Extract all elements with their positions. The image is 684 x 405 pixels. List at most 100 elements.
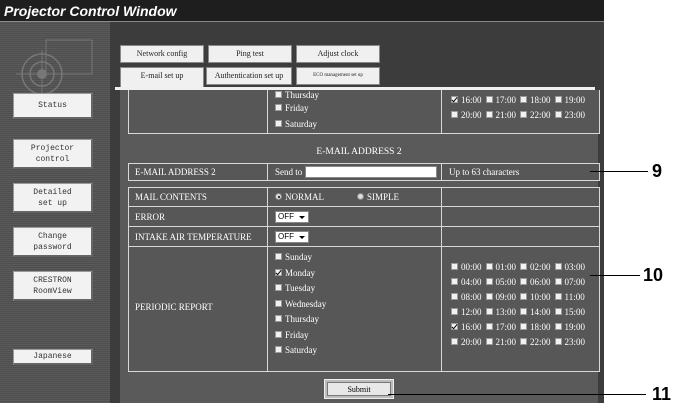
time-checkbox-1700[interactable]: 17:00 xyxy=(485,95,516,105)
time-checkbox-1500[interactable]: 15:00 xyxy=(554,307,585,317)
time-checkbox-1000[interactable]: 10:00 xyxy=(520,292,551,302)
time-checkbox-2300[interactable]: 23:00 xyxy=(554,337,585,347)
time-checkbox-1800[interactable]: 18:00 xyxy=(520,322,551,332)
checkbox-tuesday[interactable]: Tuesday xyxy=(275,283,315,293)
time-checkbox-0000[interactable]: 00:00 xyxy=(451,262,482,272)
tab-network-config[interactable]: Network config xyxy=(120,45,204,63)
checkbox[interactable] xyxy=(554,263,562,271)
checkbox[interactable] xyxy=(275,268,282,276)
checkbox[interactable] xyxy=(275,299,282,307)
checkbox-wednesday[interactable]: Wednesday xyxy=(275,299,326,309)
checkbox[interactable] xyxy=(485,293,493,301)
checkbox[interactable] xyxy=(520,278,528,286)
checkbox[interactable] xyxy=(451,338,458,346)
time-checkbox-1300[interactable]: 13:00 xyxy=(485,307,516,317)
time-checkbox-1800[interactable]: 18:00 xyxy=(520,95,551,105)
checkbox[interactable] xyxy=(275,346,282,354)
time-checkbox-1900[interactable]: 19:00 xyxy=(554,322,585,332)
tab-authentication-set-up[interactable]: Authentication set up xyxy=(206,67,292,85)
sidebar-item-detailed-set-up[interactable]: Detailed set up xyxy=(13,183,93,213)
time-checkbox-0200[interactable]: 02:00 xyxy=(520,262,551,272)
checkbox-saturday-1[interactable]: Saturday xyxy=(275,119,317,129)
tab-adjust-clock[interactable]: Adjust clock xyxy=(296,45,380,63)
sidebar-item-projector-control[interactable]: Projector control xyxy=(13,139,93,169)
checkbox[interactable] xyxy=(554,278,562,286)
submit-button[interactable]: Submit xyxy=(327,382,391,396)
checkbox[interactable] xyxy=(275,315,282,323)
checkbox[interactable] xyxy=(554,111,562,119)
time-checkbox-2100[interactable]: 21:00 xyxy=(485,337,516,347)
checkbox[interactable] xyxy=(275,91,282,99)
sidebar-item-status[interactable]: Status xyxy=(13,93,93,119)
time-checkbox-0600[interactable]: 06:00 xyxy=(520,277,551,287)
time-checkbox-0500[interactable]: 05:00 xyxy=(485,277,516,287)
sidebar-item-change-password[interactable]: Change password xyxy=(13,227,93,257)
time-checkbox-1700[interactable]: 17:00 xyxy=(485,322,516,332)
checkbox[interactable] xyxy=(451,263,458,271)
checkbox[interactable] xyxy=(520,293,528,301)
radio-button[interactable] xyxy=(275,193,282,201)
error-select[interactable]: OFF xyxy=(275,211,309,223)
sidebar-item-crestron-roomview[interactable]: CRESTRON RoomView xyxy=(13,271,93,301)
time-checkbox-0300[interactable]: 03:00 xyxy=(554,262,585,272)
checkbox[interactable] xyxy=(275,104,282,112)
checkbox-thursday[interactable]: Thursday xyxy=(275,314,319,324)
checkbox-saturday[interactable]: Saturday xyxy=(275,345,317,355)
radio-simple[interactable]: SIMPLE xyxy=(357,192,399,202)
checkbox[interactable] xyxy=(485,96,493,104)
checkbox[interactable] xyxy=(275,330,282,338)
time-checkbox-1100[interactable]: 11:00 xyxy=(554,292,585,302)
checkbox[interactable] xyxy=(520,323,528,331)
time-checkbox-2000[interactable]: 20:00 xyxy=(451,337,482,347)
checkbox[interactable] xyxy=(520,338,528,346)
time-checkbox-1600[interactable]: 16:00 xyxy=(451,95,482,105)
checkbox[interactable] xyxy=(451,308,458,316)
intake-air-temperature-select[interactable]: OFF xyxy=(275,231,309,243)
checkbox[interactable] xyxy=(520,96,528,104)
radio-button[interactable] xyxy=(357,193,364,201)
time-checkbox-2200[interactable]: 22:00 xyxy=(520,337,551,347)
checkbox[interactable] xyxy=(451,293,458,301)
checkbox[interactable] xyxy=(520,263,528,271)
time-checkbox-1900[interactable]: 19:00 xyxy=(554,95,585,105)
time-checkbox-0700[interactable]: 07:00 xyxy=(554,277,585,287)
checkbox[interactable] xyxy=(275,284,282,292)
checkbox[interactable] xyxy=(451,278,458,286)
checkbox[interactable] xyxy=(275,120,282,128)
time-checkbox-2100[interactable]: 21:00 xyxy=(485,110,516,120)
checkbox-thursday-1[interactable]: Thursday xyxy=(275,90,319,100)
checkbox[interactable] xyxy=(485,308,493,316)
checkbox[interactable] xyxy=(485,338,493,346)
checkbox[interactable] xyxy=(275,253,282,261)
time-checkbox-0400[interactable]: 04:00 xyxy=(451,277,482,287)
checkbox[interactable] xyxy=(554,338,562,346)
time-checkbox-1400[interactable]: 14:00 xyxy=(520,307,551,317)
checkbox[interactable] xyxy=(451,323,458,331)
time-checkbox-0100[interactable]: 01:00 xyxy=(485,262,516,272)
email-address-2-input[interactable] xyxy=(305,166,437,178)
tab-ping-test[interactable]: Ping test xyxy=(208,45,292,63)
time-checkbox-2200[interactable]: 22:00 xyxy=(520,110,551,120)
time-checkbox-1200[interactable]: 12:00 xyxy=(451,307,482,317)
time-checkbox-1600[interactable]: 16:00 xyxy=(451,322,482,332)
tab-email-set-up[interactable]: E-mail set up xyxy=(120,67,204,88)
checkbox-friday-1[interactable]: Friday xyxy=(275,103,309,113)
checkbox[interactable] xyxy=(554,293,562,301)
sidebar-item-japanese[interactable]: Japanese xyxy=(13,349,93,365)
time-checkbox-2000[interactable]: 20:00 xyxy=(451,110,482,120)
tab-eco-management-set-up[interactable]: ECO management set up xyxy=(296,67,380,85)
time-checkbox-0800[interactable]: 08:00 xyxy=(451,292,482,302)
checkbox-monday[interactable]: Monday xyxy=(275,268,315,278)
checkbox[interactable] xyxy=(520,308,528,316)
time-checkbox-0900[interactable]: 09:00 xyxy=(485,292,516,302)
time-checkbox-2300[interactable]: 23:00 xyxy=(554,110,585,120)
checkbox[interactable] xyxy=(485,111,493,119)
checkbox[interactable] xyxy=(554,308,562,316)
checkbox-sunday[interactable]: Sunday xyxy=(275,252,312,262)
checkbox[interactable] xyxy=(485,323,493,331)
checkbox[interactable] xyxy=(554,96,562,104)
checkbox[interactable] xyxy=(520,111,528,119)
radio-normal[interactable]: NORMAL xyxy=(275,192,324,202)
checkbox[interactable] xyxy=(485,263,493,271)
checkbox[interactable] xyxy=(451,96,458,104)
